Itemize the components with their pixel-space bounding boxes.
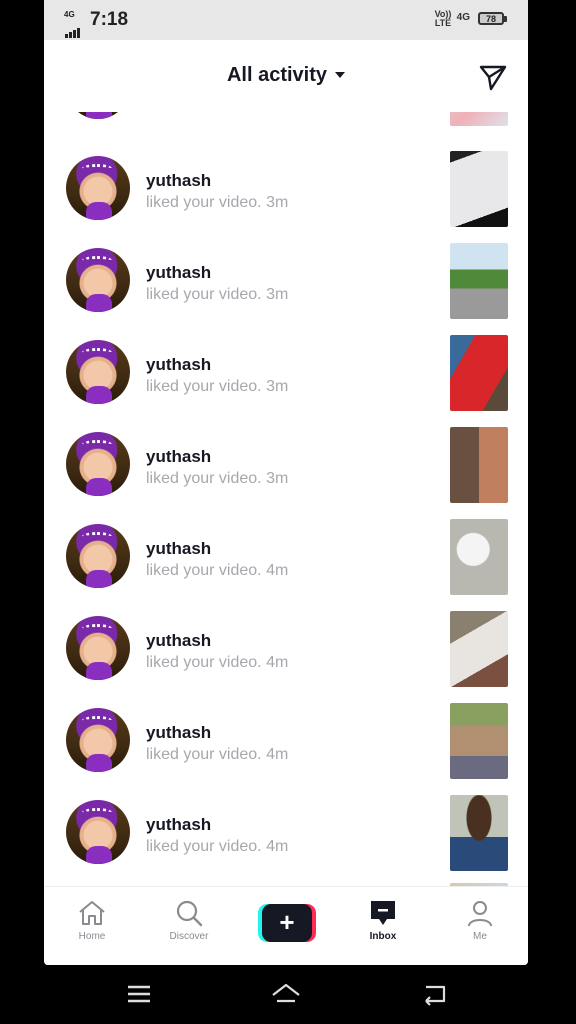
list-item[interactable]: yuthash liked your video. 3m — [44, 427, 528, 519]
username[interactable]: yuthash — [146, 447, 211, 467]
tab-home-label[interactable]: Home — [62, 931, 122, 942]
avatar[interactable] — [66, 800, 130, 864]
system-nav-bar — [0, 965, 576, 1024]
header: All activity — [44, 40, 528, 112]
video-thumbnail[interactable] — [450, 151, 508, 227]
video-thumbnail[interactable] — [450, 112, 508, 126]
list-item[interactable]: yuthash liked your video. 4m — [44, 519, 528, 611]
username[interactable]: yuthash — [146, 723, 211, 743]
status-bar: 4G 7:18 Vo)) LTE 4G 78 — [44, 0, 528, 40]
page-title[interactable]: All activity — [227, 64, 327, 86]
volte-label: Vo)) LTE — [434, 9, 452, 28]
tab-inbox[interactable]: Inbox — [353, 899, 413, 955]
tab-discover[interactable]: Discover — [159, 899, 219, 955]
tab-discover-label[interactable]: Discover — [159, 931, 219, 942]
list-item[interactable]: yuthash liked your video. 3m — [44, 151, 528, 243]
video-thumbnail[interactable] — [450, 427, 508, 503]
activity-text: liked your video. 4m — [146, 838, 289, 855]
inbox-icon[interactable] — [368, 899, 398, 927]
bottom-tab-bar: Home Discover + Inbox Me — [44, 886, 528, 965]
list-item-partial[interactable]: yuthash liked your video. 3m — [44, 112, 528, 142]
username[interactable]: yuthash — [146, 263, 211, 283]
app-screen: 4G 7:18 Vo)) LTE 4G 78 All activity yuth… — [44, 0, 528, 965]
signal-icon: 4G — [64, 10, 86, 38]
video-thumbnail[interactable] — [450, 519, 508, 595]
home-nav-icon[interactable] — [271, 981, 301, 1007]
username[interactable]: yuthash — [146, 815, 211, 835]
battery-level: 78 — [485, 14, 496, 24]
back-icon[interactable] — [420, 981, 450, 1007]
activity-text: liked your video. 4m — [146, 562, 289, 579]
avatar[interactable] — [66, 524, 130, 588]
caret-down-icon[interactable] — [335, 71, 346, 78]
avatar[interactable] — [66, 708, 130, 772]
battery-icon: 78 — [478, 12, 504, 25]
home-icon[interactable] — [77, 899, 107, 927]
username[interactable]: yuthash — [146, 355, 211, 375]
menu-icon[interactable] — [124, 981, 154, 1007]
activity-text: liked your video. 4m — [146, 654, 289, 671]
data-label: 4G — [456, 12, 470, 23]
username[interactable]: yuthash — [146, 631, 211, 651]
activity-text: liked your video. 4m — [146, 746, 289, 763]
avatar[interactable] — [66, 248, 130, 312]
avatar[interactable] — [66, 340, 130, 404]
search-icon[interactable] — [174, 899, 204, 927]
network-label: 4G — [64, 10, 75, 19]
activity-text: liked your video. 3m — [146, 286, 289, 303]
tab-home[interactable]: Home — [62, 899, 122, 955]
video-thumbnail[interactable] — [450, 335, 508, 411]
activity-text: liked your video. 3m — [146, 194, 289, 211]
avatar[interactable] — [66, 616, 130, 680]
list-item[interactable]: yuthash liked your video. 3m — [44, 243, 528, 335]
video-thumbnail[interactable] — [450, 243, 508, 319]
activity-list: yuthash liked your video. 3m yuthash lik… — [44, 112, 528, 886]
username[interactable]: yuthash — [146, 171, 211, 191]
tab-inbox-label[interactable]: Inbox — [353, 931, 413, 942]
video-thumbnail[interactable] — [450, 611, 508, 687]
list-item[interactable]: yuthash liked your video. 4m — [44, 703, 528, 795]
activity-text: liked your video. 3m — [146, 378, 289, 395]
tab-me-label[interactable]: Me — [450, 931, 510, 942]
plus-icon[interactable]: + — [262, 904, 312, 942]
video-thumbnail[interactable] — [450, 703, 508, 779]
profile-icon[interactable] — [465, 899, 495, 927]
username[interactable]: yuthash — [146, 539, 211, 559]
send-icon[interactable] — [478, 62, 508, 92]
activity-filter-dropdown[interactable]: All activity — [44, 64, 528, 87]
activity-text: liked your video. 3m — [146, 470, 289, 487]
video-thumbnail[interactable] — [450, 795, 508, 871]
list-item[interactable]: yuthash liked your video. 4m — [44, 611, 528, 703]
list-item[interactable]: yuthash liked your video. 4m — [44, 795, 528, 886]
avatar[interactable] — [66, 112, 130, 119]
create-video-button[interactable]: + — [258, 904, 316, 942]
battery-tip — [504, 16, 507, 22]
avatar[interactable] — [66, 156, 130, 220]
tab-me[interactable]: Me — [450, 899, 510, 955]
clock: 7:18 — [90, 9, 129, 30]
list-item[interactable]: yuthash liked your video. 3m — [44, 335, 528, 427]
avatar[interactable] — [66, 432, 130, 496]
